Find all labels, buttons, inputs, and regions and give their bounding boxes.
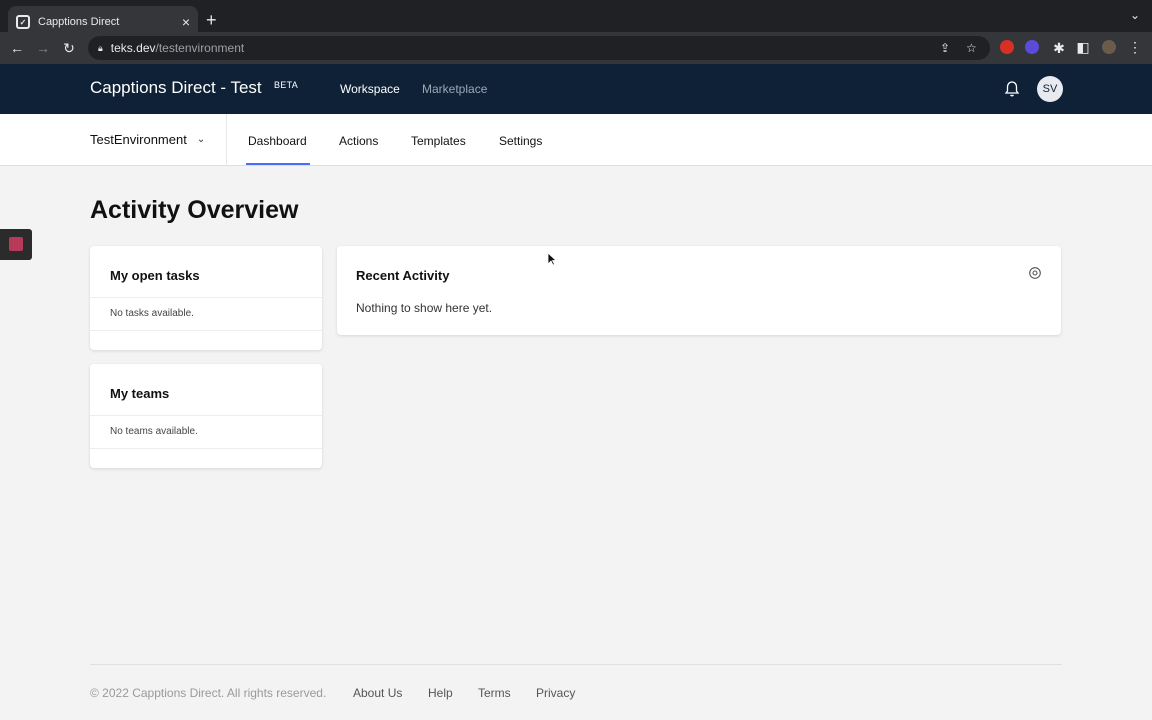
close-tab-icon[interactable]: × — [182, 14, 190, 30]
recent-activity-card: Recent Activity Nothing to show here yet… — [337, 246, 1061, 335]
footer-link-about[interactable]: About Us — [353, 686, 402, 700]
divider — [90, 448, 322, 449]
chevron-down-icon: ⌄ — [196, 134, 206, 145]
profile-avatar[interactable] — [1102, 40, 1116, 54]
tab-title: Capptions Direct — [38, 16, 120, 28]
bell-icon[interactable] — [1004, 80, 1020, 98]
extension-icon[interactable] — [1025, 40, 1039, 54]
reload-icon[interactable]: ↻ — [56, 40, 82, 57]
forward-icon[interactable]: → — [30, 40, 56, 56]
tab-settings[interactable]: Settings — [499, 134, 542, 148]
share-icon[interactable]: ⇪ — [940, 41, 950, 55]
divider — [90, 330, 322, 331]
user-avatar[interactable]: SV — [1037, 76, 1063, 102]
sub-navigation: TestEnvironment ⌄ Dashboard Actions Temp… — [0, 114, 1152, 166]
footer-link-privacy[interactable]: Privacy — [536, 686, 575, 700]
copyright-text: © 2022 Capptions Direct. All rights rese… — [90, 686, 327, 700]
tab-templates[interactable]: Templates — [411, 134, 466, 148]
tab-actions[interactable]: Actions — [339, 134, 378, 148]
footer-link-terms[interactable]: Terms — [478, 686, 511, 700]
url-text: teks.dev/testenvironment — [110, 41, 245, 55]
divider — [226, 114, 227, 166]
nav-workspace[interactable]: Workspace — [340, 82, 400, 96]
teams-empty: No teams available. — [110, 426, 198, 437]
back-icon[interactable]: ← — [4, 40, 30, 56]
chevron-down-icon[interactable]: ⌄ — [1130, 8, 1140, 22]
browser-toolbar: ← → ↻ 🔒︎ teks.dev/testenvironment ⇪ ☆ ✱ … — [0, 32, 1152, 64]
environment-selector[interactable]: TestEnvironment ⌄ — [90, 132, 205, 147]
address-bar[interactable]: 🔒︎ teks.dev/testenvironment ⇪ ☆ — [88, 36, 990, 60]
more-menu-icon[interactable]: ⋮ — [1122, 39, 1148, 56]
extension-icon[interactable] — [1000, 40, 1014, 54]
recent-activity-title: Recent Activity — [356, 268, 450, 283]
mouse-cursor-icon — [547, 252, 557, 266]
page-title: Activity Overview — [90, 196, 299, 224]
open-tasks-card: My open tasks No tasks available. — [90, 246, 322, 350]
beta-badge: BETA — [274, 80, 299, 90]
tab-dashboard[interactable]: Dashboard — [248, 134, 307, 148]
gear-icon[interactable] — [1028, 266, 1042, 280]
sidepanel-icon[interactable]: ◧ — [1070, 39, 1096, 56]
nav-marketplace[interactable]: Marketplace — [422, 82, 487, 96]
environment-name: TestEnvironment — [90, 132, 187, 147]
puzzle-icon[interactable]: ✱ — [1046, 40, 1072, 57]
lock-icon: 🔒︎ — [98, 42, 103, 53]
divider — [90, 297, 322, 298]
active-tab-indicator — [246, 163, 310, 165]
teams-title: My teams — [110, 386, 170, 401]
brand-title[interactable]: Capptions Direct - Test — [90, 78, 262, 98]
teams-card: My teams No teams available. — [90, 364, 322, 468]
open-tasks-empty: No tasks available. — [110, 308, 194, 319]
open-tasks-title: My open tasks — [110, 268, 200, 283]
divider — [90, 415, 322, 416]
new-tab-icon[interactable]: + — [206, 10, 217, 31]
recent-activity-empty: Nothing to show here yet. — [356, 301, 493, 315]
stop-icon — [9, 237, 23, 251]
app-favicon-icon: ✓ — [16, 15, 30, 29]
recording-widget[interactable] — [0, 229, 32, 260]
star-icon[interactable]: ☆ — [966, 41, 977, 55]
footer-link-help[interactable]: Help — [428, 686, 453, 700]
app-header: Capptions Direct - Test BETA Workspace M… — [0, 64, 1152, 114]
footer-divider — [90, 664, 1062, 665]
